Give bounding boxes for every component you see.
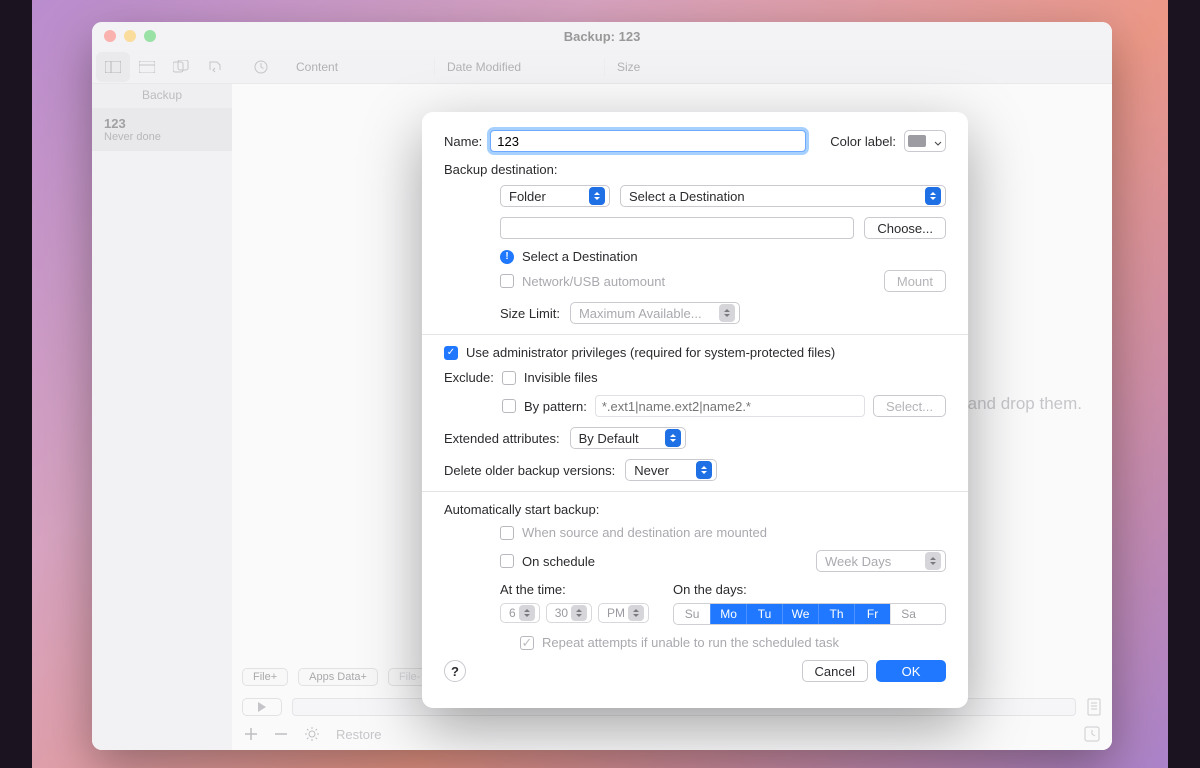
schedule-mode-value: Week Days bbox=[825, 554, 891, 569]
color-label-label: Color label: bbox=[830, 134, 896, 149]
time-ampm-stepper[interactable]: PM bbox=[598, 603, 649, 623]
pattern-input[interactable] bbox=[595, 395, 865, 417]
delete-older-value: Never bbox=[634, 463, 669, 478]
chevron-updown-icon bbox=[589, 187, 605, 205]
dest-type-select[interactable]: Folder bbox=[500, 185, 610, 207]
dest-section-label: Backup destination: bbox=[444, 162, 946, 177]
day-mo[interactable]: Mo bbox=[710, 604, 746, 624]
delete-older-label: Delete older backup versions: bbox=[444, 463, 615, 478]
name-input[interactable] bbox=[490, 130, 806, 152]
color-swatch-icon bbox=[908, 135, 926, 147]
time-hour-stepper[interactable]: 6 bbox=[500, 603, 540, 623]
ext-attr-select[interactable]: By Default bbox=[570, 427, 686, 449]
by-pattern-label: By pattern: bbox=[524, 399, 587, 414]
help-button[interactable]: ? bbox=[444, 660, 466, 682]
edit-backup-dialog: Name: Color label: Backup destination: F… bbox=[422, 112, 968, 708]
size-limit-label: Size Limit: bbox=[500, 306, 560, 321]
ok-button[interactable]: OK bbox=[876, 660, 946, 682]
at-time-label: At the time: bbox=[500, 582, 649, 597]
dest-select-value: Select a Destination bbox=[629, 189, 745, 204]
dest-select[interactable]: Select a Destination bbox=[620, 185, 946, 207]
chevron-updown-icon bbox=[665, 429, 681, 447]
pattern-select-button[interactable]: Select... bbox=[873, 395, 946, 417]
time-min-stepper[interactable]: 30 bbox=[546, 603, 592, 623]
choose-button[interactable]: Choose... bbox=[864, 217, 946, 239]
info-icon: ! bbox=[500, 250, 514, 264]
admin-priv-label: Use administrator privileges (required f… bbox=[466, 345, 835, 360]
day-fr[interactable]: Fr bbox=[854, 604, 890, 624]
repeat-checkbox[interactable]: ✓ bbox=[520, 636, 534, 650]
ext-attr-label: Extended attributes: bbox=[444, 431, 560, 446]
exclude-invisible-checkbox[interactable] bbox=[502, 371, 516, 385]
on-days-label: On the days: bbox=[673, 582, 946, 597]
dest-warning-label: Select a Destination bbox=[522, 249, 638, 264]
automount-checkbox[interactable] bbox=[500, 274, 514, 288]
name-label: Name: bbox=[444, 134, 482, 149]
chevron-updown-icon bbox=[925, 187, 941, 205]
chevron-updown-icon bbox=[696, 461, 712, 479]
day-su[interactable]: Su bbox=[674, 604, 710, 624]
app-window: Backup: 123 Content Date Modified Size bbox=[92, 22, 1112, 750]
when-mounted-label: When source and destination are mounted bbox=[522, 525, 767, 540]
schedule-mode-select[interactable]: Week Days bbox=[816, 550, 946, 572]
day-picker[interactable]: SuMoTuWeThFrSa bbox=[673, 603, 946, 625]
delete-older-select[interactable]: Never bbox=[625, 459, 717, 481]
day-we[interactable]: We bbox=[782, 604, 818, 624]
exclude-pattern-checkbox[interactable] bbox=[502, 399, 516, 413]
chevron-updown-icon bbox=[925, 552, 941, 570]
exclude-label: Exclude: bbox=[444, 370, 494, 385]
size-limit-select[interactable]: Maximum Available... bbox=[570, 302, 740, 324]
automount-label: Network/USB automount bbox=[522, 274, 665, 289]
day-sa[interactable]: Sa bbox=[890, 604, 926, 624]
size-limit-value: Maximum Available... bbox=[579, 306, 702, 321]
auto-section-label: Automatically start backup: bbox=[444, 502, 946, 517]
dest-path-input[interactable] bbox=[500, 217, 854, 239]
color-label-select[interactable] bbox=[904, 130, 946, 152]
dest-type-value: Folder bbox=[509, 189, 546, 204]
cancel-button[interactable]: Cancel bbox=[802, 660, 868, 682]
day-tu[interactable]: Tu bbox=[746, 604, 782, 624]
admin-priv-checkbox[interactable]: ✓ bbox=[444, 346, 458, 360]
chevron-updown-icon bbox=[719, 304, 735, 322]
exclude-invisible-label: Invisible files bbox=[524, 370, 598, 385]
ext-attr-value: By Default bbox=[579, 431, 639, 446]
repeat-label: Repeat attempts if unable to run the sch… bbox=[542, 635, 839, 650]
on-schedule-label: On schedule bbox=[522, 554, 595, 569]
day-th[interactable]: Th bbox=[818, 604, 854, 624]
on-schedule-checkbox[interactable] bbox=[500, 554, 514, 568]
when-mounted-checkbox[interactable] bbox=[500, 526, 514, 540]
mount-button[interactable]: Mount bbox=[884, 270, 946, 292]
